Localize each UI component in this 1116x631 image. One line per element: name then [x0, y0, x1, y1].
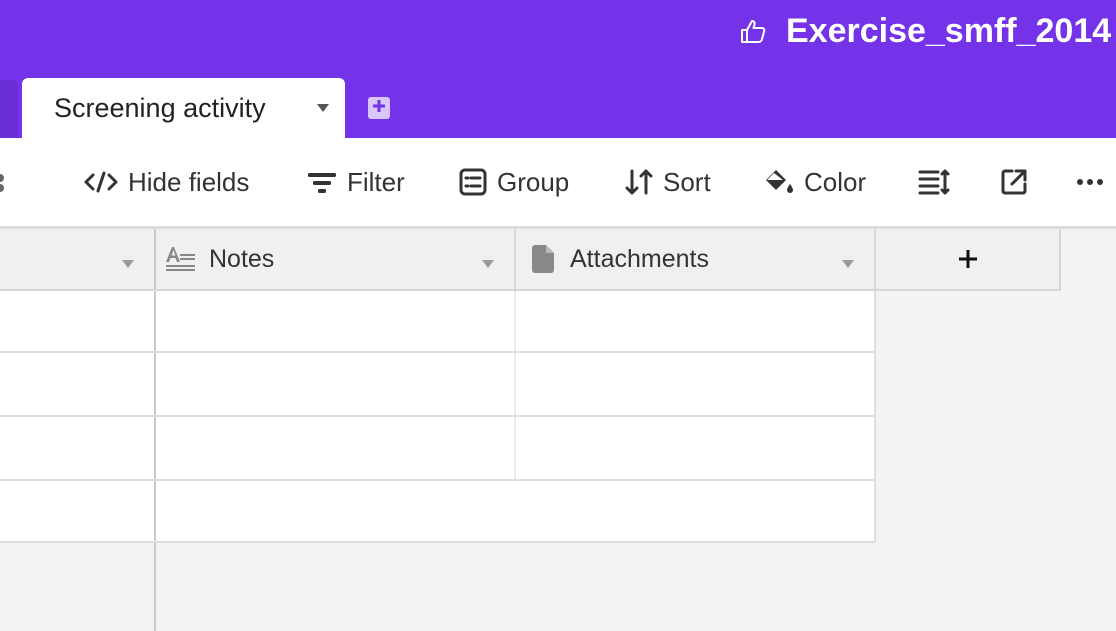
more-options-button[interactable]	[1076, 138, 1114, 226]
share-view-button[interactable]	[1000, 138, 1038, 226]
base-title-text: Exercise_smff_2014	[786, 11, 1112, 50]
color-button[interactable]: Color	[764, 138, 866, 226]
chevron-down-icon[interactable]	[122, 256, 134, 268]
group-label: Group	[497, 166, 570, 197]
notes-cell[interactable]	[156, 291, 516, 351]
chevron-down-icon[interactable]	[317, 100, 329, 112]
table-row[interactable]	[0, 353, 876, 417]
primary-cell[interactable]	[0, 291, 156, 351]
frozen-column-divider	[154, 543, 156, 631]
add-row-primary-cell[interactable]	[0, 481, 156, 541]
column-header-attachments[interactable]: Attachments	[516, 229, 876, 289]
file-icon	[532, 245, 554, 273]
notes-cell[interactable]	[156, 353, 516, 415]
attachments-cell[interactable]	[516, 291, 876, 351]
tab-label: Screening activity	[54, 92, 266, 123]
long-text-icon	[165, 246, 197, 272]
table-row[interactable]	[0, 417, 876, 481]
base-title[interactable]: Exercise_smff_2014	[738, 8, 1111, 54]
filter-button[interactable]: Filter	[307, 138, 405, 226]
tab-previous[interactable]	[0, 80, 18, 138]
group-icon	[459, 168, 487, 196]
add-row[interactable]	[0, 481, 876, 543]
primary-cell[interactable]	[0, 417, 156, 479]
sort-label: Sort	[663, 166, 711, 197]
view-toolbar: Hide fields Filter Group Sort Color	[0, 138, 1116, 229]
color-label: Color	[804, 166, 867, 197]
more-icon	[1076, 178, 1104, 186]
column-name: Attachments	[570, 244, 709, 273]
chevron-down-icon[interactable]	[842, 256, 854, 268]
primary-cell[interactable]	[0, 353, 156, 415]
add-field-button[interactable]	[876, 229, 1061, 289]
column-header-primary[interactable]	[0, 229, 156, 289]
hide-fields-label: Hide fields	[128, 166, 250, 197]
column-name: Notes	[209, 244, 275, 273]
header-filler	[1061, 229, 1116, 291]
add-table-button[interactable]	[368, 97, 390, 119]
external-link-icon	[1000, 168, 1028, 196]
notes-cell[interactable]	[156, 417, 516, 479]
table-row[interactable]	[0, 291, 876, 353]
eye-slash-icon	[84, 170, 118, 194]
filter-icon	[307, 170, 337, 194]
plus-icon	[372, 99, 386, 118]
tab-screening-activity[interactable]: Screening activity	[22, 78, 345, 138]
thumbs-up-icon	[738, 16, 768, 46]
attachments-cell[interactable]	[516, 353, 876, 415]
toolbar-edge-icon	[0, 172, 6, 192]
column-header-notes[interactable]: Notes	[156, 229, 516, 289]
grid-header: Notes Attachments	[0, 229, 1061, 291]
paint-bucket-icon	[764, 168, 794, 196]
group-button[interactable]: Group	[459, 138, 569, 226]
chevron-down-icon[interactable]	[482, 256, 494, 268]
row-height-button[interactable]	[918, 138, 960, 226]
filter-label: Filter	[347, 166, 405, 197]
plus-icon	[958, 249, 978, 269]
app-header: Exercise_smff_2014 Screening activity	[0, 0, 1116, 138]
sort-icon	[625, 169, 653, 195]
add-row-cell[interactable]	[156, 481, 876, 541]
hide-fields-button[interactable]: Hide fields	[84, 138, 249, 226]
attachments-cell[interactable]	[516, 417, 876, 479]
sort-button[interactable]: Sort	[625, 138, 711, 226]
row-height-icon	[918, 168, 950, 196]
